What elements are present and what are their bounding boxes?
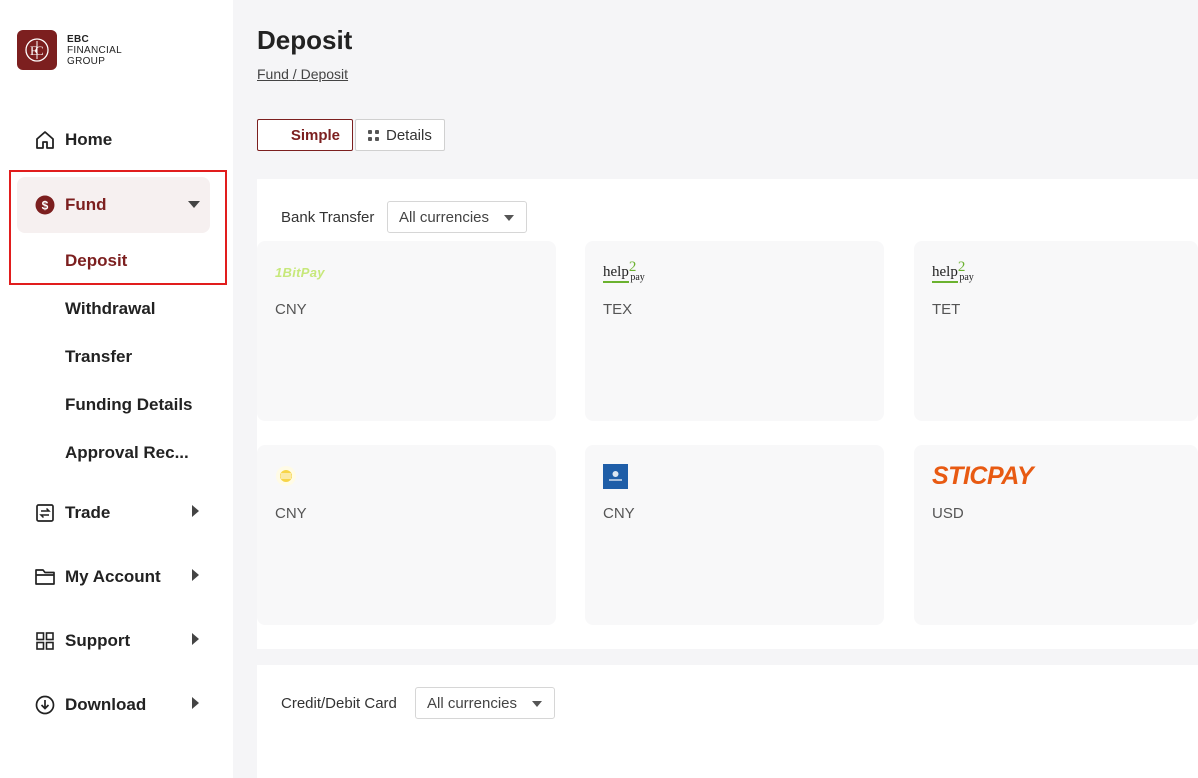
download-icon: [34, 694, 56, 716]
help2pay-pay: pay: [959, 271, 974, 283]
breadcrumb-deposit[interactable]: Deposit: [297, 66, 348, 82]
sidebar-subitem-transfer[interactable]: Transfer: [65, 347, 132, 367]
sidebar-subitem-deposit[interactable]: Deposit: [65, 251, 127, 271]
card-currency: TET: [932, 301, 961, 318]
breadcrumb-separator: /: [288, 66, 297, 82]
help2pay-logo-icon: help2pay: [932, 259, 974, 285]
payment-card-coin[interactable]: CNY: [257, 445, 556, 625]
currency-filter-value: All currencies: [427, 694, 518, 712]
sidebar-item-home[interactable]: Home: [17, 112, 210, 168]
sidebar: E C EBC FINANCIAL GROUP Home $ Fund Depo…: [0, 0, 233, 778]
sidebar-item-label: My Account: [65, 567, 161, 586]
brand-line-3: GROUP: [67, 55, 106, 67]
currency-filter-value: All currencies: [399, 208, 490, 226]
card-currency: CNY: [275, 505, 307, 522]
caret-right-icon: [192, 632, 200, 650]
help2pay-pay: pay: [630, 271, 645, 283]
page-title: Deposit: [257, 25, 353, 55]
details-label: Details: [386, 126, 432, 144]
sidebar-item-label: Fund: [65, 195, 107, 214]
sidebar-item-download[interactable]: Download: [17, 677, 210, 733]
dollar-circle-icon: $: [34, 194, 56, 216]
sidebar-item-label: Home: [65, 130, 113, 149]
sidebar-subitem-funding-details[interactable]: Funding Details: [65, 395, 193, 415]
sidebar-subitem-approval-records[interactable]: Approval Rec...: [65, 443, 189, 463]
folder-icon: [34, 566, 56, 588]
sidebar-item-support[interactable]: Support: [17, 613, 210, 669]
credit-debit-panel: Credit/Debit Card All currencies: [257, 665, 1198, 778]
section-label-bank-transfer: Bank Transfer: [281, 209, 375, 226]
svg-text:C: C: [35, 43, 44, 58]
sidebar-item-label: Support: [65, 631, 131, 650]
section-label-credit-debit-card: Credit/Debit Card: [281, 695, 397, 712]
grid-icon: [34, 630, 56, 652]
view-toggle: Simple Details: [257, 119, 445, 151]
coin-logo-icon: [275, 463, 297, 489]
sidebar-item-trade[interactable]: Trade: [17, 485, 210, 541]
payment-card-sticpay[interactable]: STICPAY USD: [914, 445, 1198, 625]
currency-filter-select[interactable]: All currencies: [415, 687, 555, 719]
payment-card-help2pay-tex[interactable]: help2pay TEX: [585, 241, 884, 421]
details-view-button[interactable]: Details: [355, 119, 445, 151]
transfer-icon: [34, 502, 56, 524]
bitpay-logo-text: 1BitPay: [275, 264, 325, 280]
card-currency: TEX: [603, 301, 633, 318]
caret-right-icon: [192, 696, 200, 714]
sticpay-logo-text: STICPAY: [932, 461, 1034, 490]
bank-transfer-panel: Bank Transfer All currencies 1BitPay CNY…: [257, 179, 1198, 649]
card-currency: USD: [932, 505, 964, 522]
breadcrumb-fund[interactable]: Fund: [257, 66, 289, 82]
breadcrumb: Fund / Deposit: [257, 66, 348, 82]
brand-logo[interactable]: E C EBC FINANCIAL GROUP: [17, 30, 122, 70]
help2pay-help: help: [932, 263, 958, 280]
payment-card-blue[interactable]: CNY: [585, 445, 884, 625]
card-currency: CNY: [275, 301, 307, 318]
sidebar-item-label: Trade: [65, 503, 111, 522]
brand-line-1: EBC: [67, 33, 90, 45]
payment-card-help2pay-tet[interactable]: help2pay TET: [914, 241, 1198, 421]
sticpay-logo-icon: STICPAY: [932, 461, 1034, 490]
simple-view-button[interactable]: Simple: [257, 119, 353, 151]
caret-right-icon: [192, 504, 200, 522]
help2pay-help: help: [603, 263, 629, 280]
sidebar-item-label: Download: [65, 695, 147, 714]
home-icon: [34, 129, 56, 151]
blue-square-logo-icon: [603, 463, 628, 489]
currency-filter-select[interactable]: All currencies: [387, 201, 527, 233]
brand-line-2: FINANCIAL: [67, 44, 122, 56]
sidebar-subitem-withdrawal[interactable]: Withdrawal: [65, 299, 156, 319]
ebc-logo-icon: E C: [17, 30, 57, 70]
svg-text:$: $: [42, 199, 49, 213]
chevron-down-icon: [504, 215, 514, 221]
caret-right-icon: [192, 568, 200, 586]
brand-name: EBC FINANCIAL GROUP: [67, 34, 122, 67]
card-currency: CNY: [603, 505, 635, 522]
caret-down-icon: [188, 196, 200, 214]
1bitpay-logo-icon: 1BitPay: [275, 259, 325, 285]
help2pay-logo-icon: help2pay: [603, 259, 645, 285]
chevron-down-icon: [532, 701, 542, 707]
payment-card-1bitpay[interactable]: 1BitPay CNY: [257, 241, 556, 421]
sidebar-item-my-account[interactable]: My Account: [17, 549, 210, 605]
grid-dots-icon: [368, 129, 379, 141]
sidebar-item-fund[interactable]: $ Fund: [17, 177, 210, 233]
